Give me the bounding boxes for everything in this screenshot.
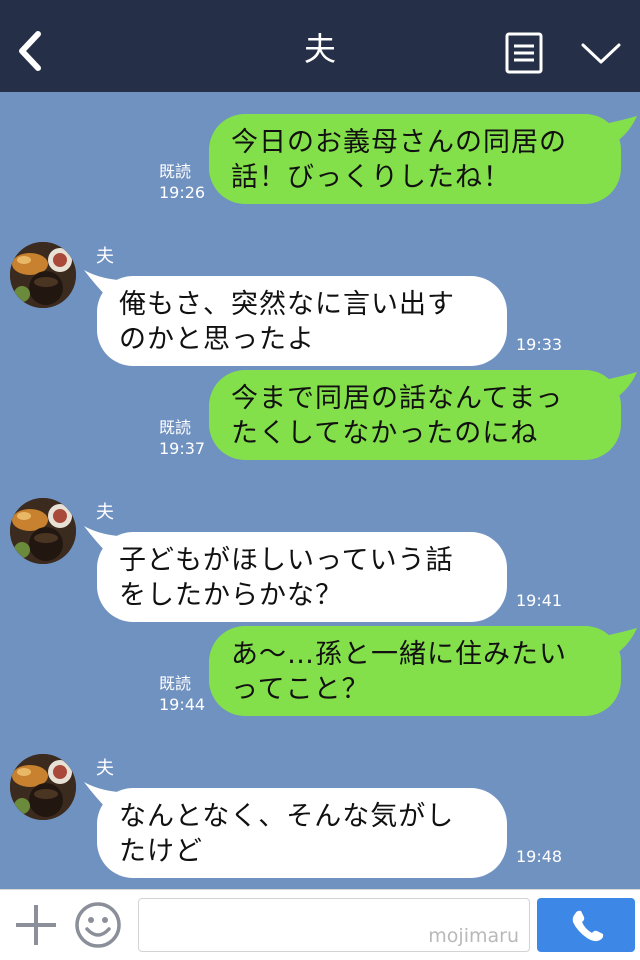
message-line: たけど (119, 836, 203, 867)
outgoing-bubble[interactable]: 今日のお義母さんの同居の 話！びっくりしたね！ (209, 114, 621, 204)
read-receipt: 既読 (159, 674, 192, 693)
chevron-left-icon (19, 31, 41, 71)
back-button[interactable] (10, 28, 50, 74)
sender-name: 夫 (96, 246, 114, 267)
message-time: 19:37 (159, 439, 206, 458)
plus-icon (16, 905, 56, 945)
message-row: 夫 俺もさ、突然なに言い出す のかと思ったよ 19:33 (0, 240, 640, 370)
message-line: 話！びっくりしたね！ (231, 162, 511, 193)
message-line: あ～…孫と一緒に住みたい (231, 639, 567, 670)
collapse-button[interactable] (578, 36, 624, 72)
food-photo-icon (10, 754, 76, 820)
message-input-bar: mojimaru (0, 889, 640, 960)
message-line: 今まで同居の話なんてまっ (231, 383, 564, 414)
food-photo-icon (10, 242, 76, 308)
message-meta: 既読 19:44 (159, 673, 205, 715)
menu-list-icon (505, 32, 543, 74)
message-time: 19:26 (159, 183, 206, 202)
sender-name: 夫 (96, 502, 114, 523)
message-line: 俺もさ、突然なに言い出す (119, 289, 455, 320)
message-row: 既読 19:37 今まで同居の話なんてまっ たくしてなかったのにね (0, 370, 640, 462)
incoming-bubble[interactable]: 子どもがほしいっていう話 をしたからかな？ (97, 532, 507, 622)
chevron-down-icon (581, 43, 621, 64)
bubble-tail (604, 628, 637, 654)
watermark-text: mojimaru (428, 925, 519, 947)
message-line: たくしてなかったのにね (231, 418, 539, 449)
food-photo-icon (10, 498, 76, 564)
sender-name: 夫 (96, 758, 114, 779)
sticker-button[interactable] (74, 901, 122, 949)
message-row: 夫 子どもがほしいっていう話 をしたからかな？ 19:41 (0, 496, 640, 626)
message-line: のかと思ったよ (119, 324, 315, 355)
call-button[interactable] (537, 898, 635, 952)
bubble-tail (604, 372, 637, 398)
chat-title: 夫 (303, 30, 336, 68)
add-button[interactable] (14, 902, 58, 948)
phone-icon (572, 910, 604, 942)
message-line: 今日のお義母さんの同居の (231, 127, 567, 158)
message-row: 夫 なんとなく、そんな気がし たけど 19:48 (0, 752, 640, 882)
message-input[interactable]: mojimaru (138, 898, 530, 952)
avatar[interactable] (10, 242, 76, 308)
message-row: 既読 19:26 今日のお義母さんの同居の 話！びっくりしたね！ (0, 114, 640, 206)
chat-header: 夫 (0, 0, 640, 92)
message-line: 子どもがほしいっていう話 (119, 545, 454, 576)
read-receipt: 既読 (159, 418, 192, 437)
avatar[interactable] (10, 498, 76, 564)
read-receipt: 既読 (159, 162, 192, 181)
chat-area[interactable]: 既読 19:26 今日のお義母さんの同居の 話！びっくりしたね！ 夫 俺もさ、突… (0, 92, 640, 889)
message-line: ってこと？ (231, 674, 370, 705)
message-meta: 既読 19:26 (159, 161, 205, 203)
message-time: 19:41 (516, 591, 563, 610)
incoming-bubble[interactable]: 俺もさ、突然なに言い出す のかと思ったよ (97, 276, 507, 366)
menu-button[interactable] (504, 32, 544, 74)
bubble-tail (604, 116, 637, 142)
outgoing-bubble[interactable]: 今まで同居の話なんてまっ たくしてなかったのにね (209, 370, 621, 460)
message-line: をしたからかな？ (119, 580, 343, 611)
message-time: 19:33 (516, 335, 563, 354)
message-line: なんとなく、そんな気がし (119, 801, 455, 832)
outgoing-bubble[interactable]: あ～…孫と一緒に住みたい ってこと？ (209, 626, 621, 716)
smiley-icon (75, 902, 121, 948)
message-time: 19:48 (516, 847, 563, 866)
incoming-bubble[interactable]: なんとなく、そんな気がし たけど (97, 788, 507, 878)
message-row: 既読 19:44 あ～…孫と一緒に住みたい ってこと？ (0, 626, 640, 718)
message-time: 19:44 (159, 695, 206, 714)
avatar[interactable] (10, 754, 76, 820)
message-meta: 既読 19:37 (159, 417, 205, 459)
